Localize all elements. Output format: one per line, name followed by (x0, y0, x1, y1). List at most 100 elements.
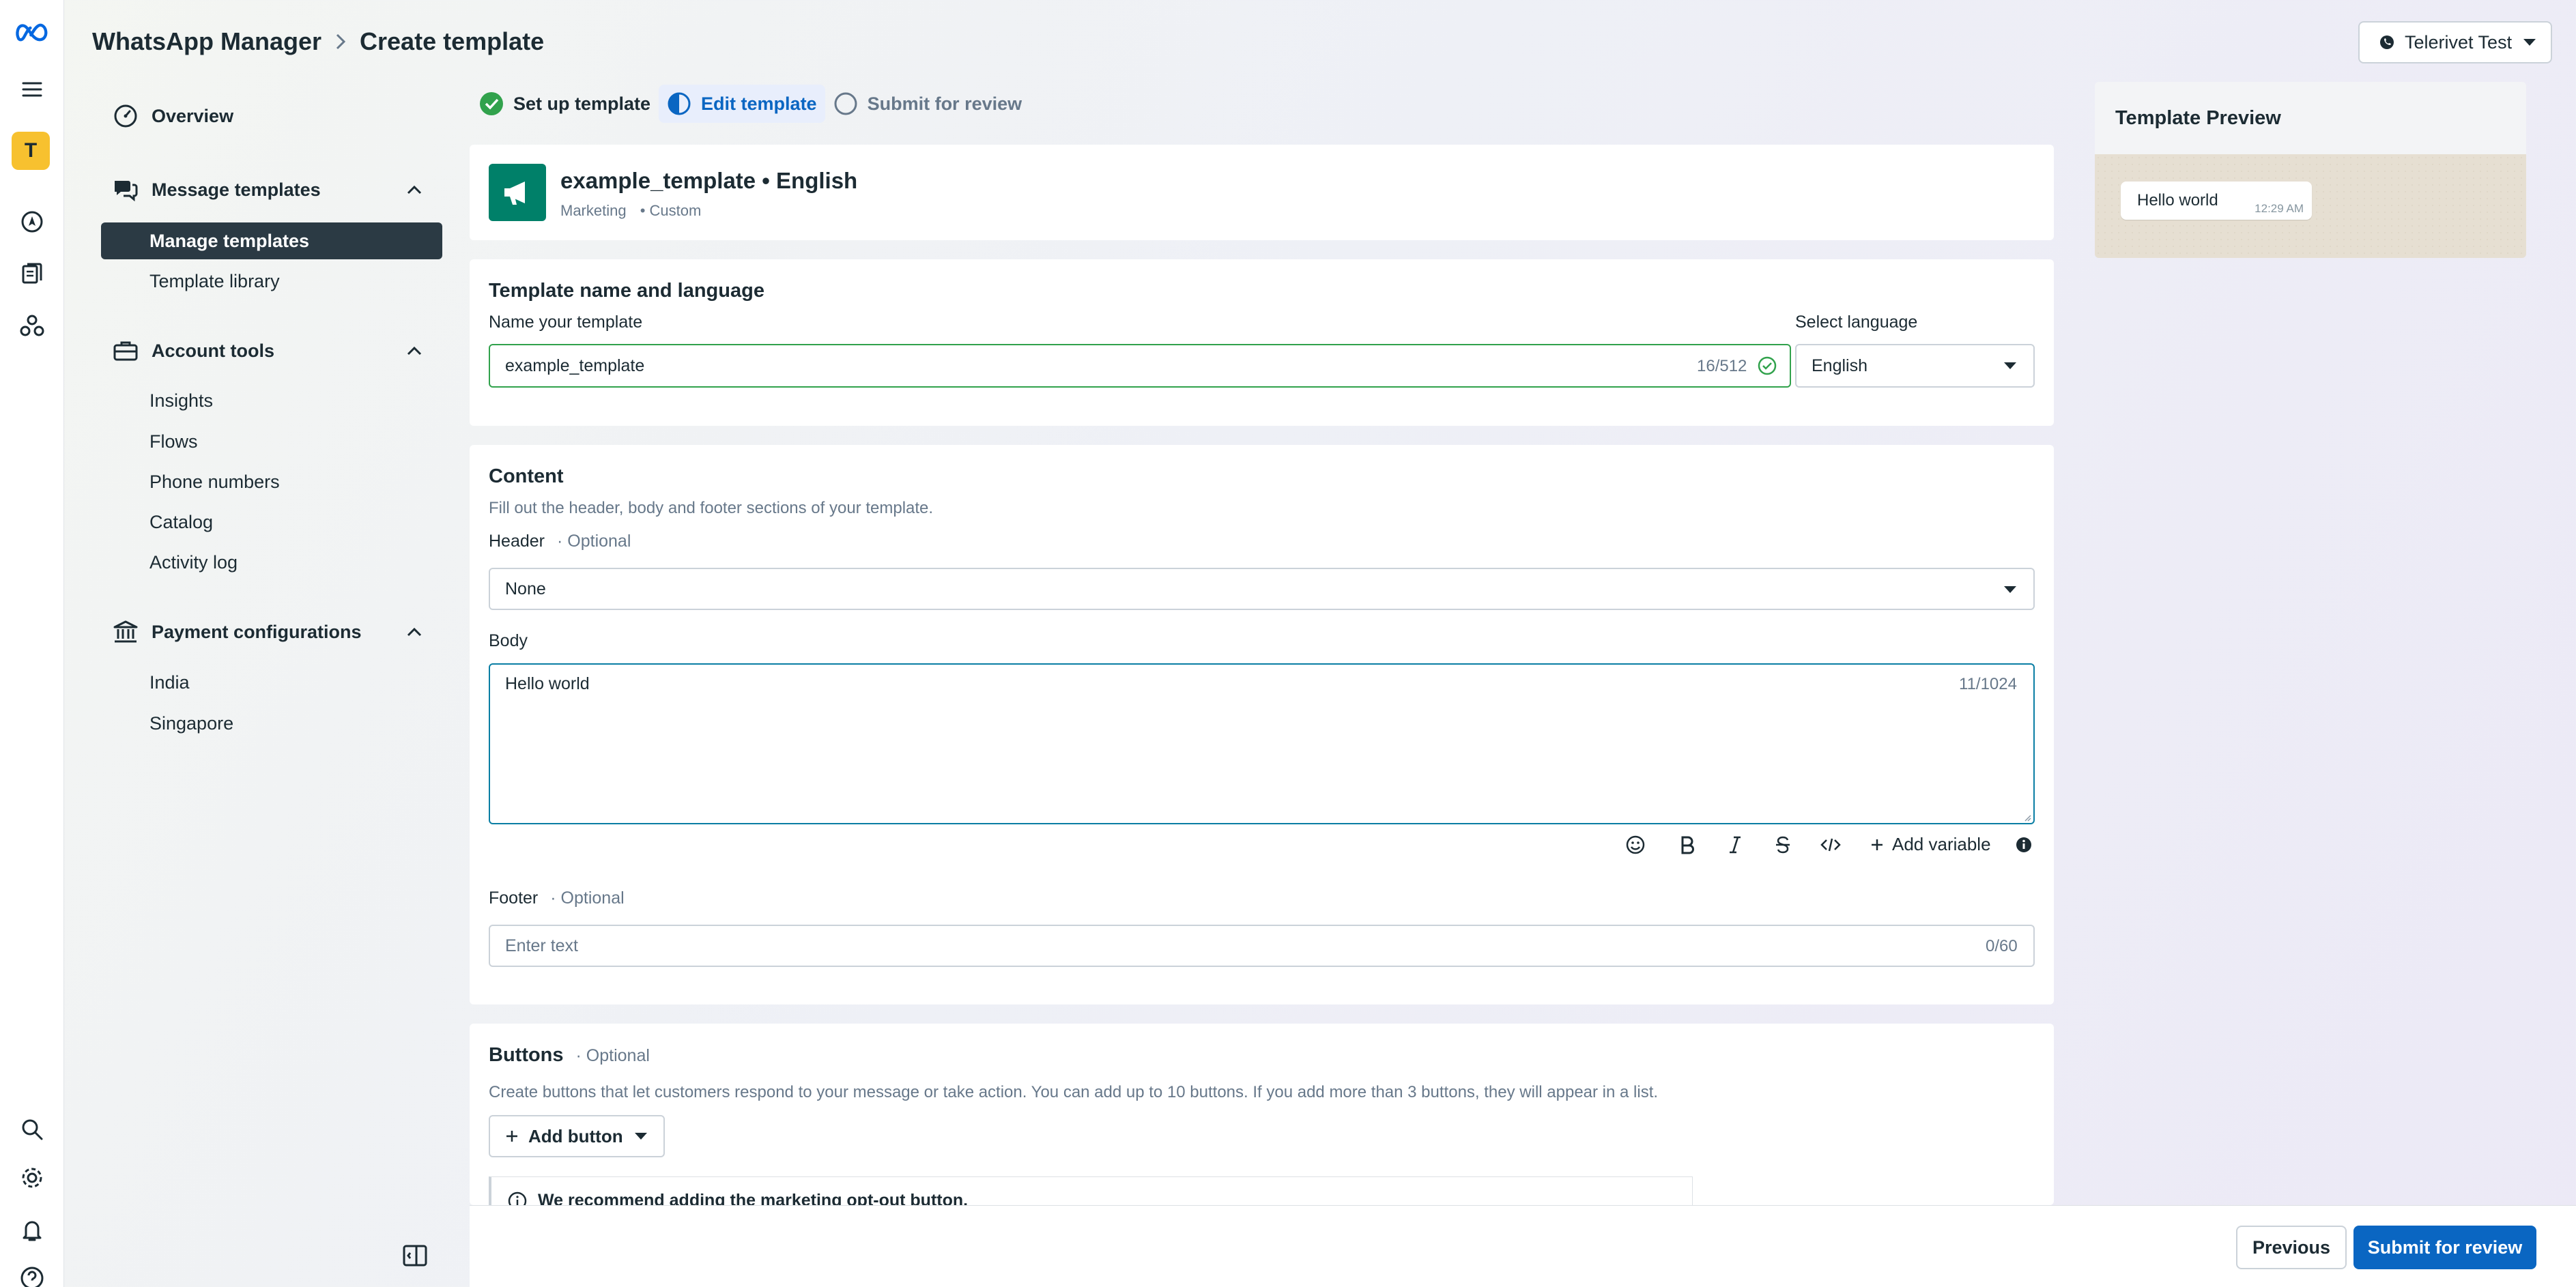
header-type-value: None (505, 579, 546, 598)
bell-icon[interactable] (15, 1213, 49, 1247)
sidebar-item-india[interactable]: India (101, 664, 442, 701)
recommend-row: We recommend adding the marketing opt-ou… (508, 1191, 968, 1205)
footer-counter: 0/60 (1986, 937, 2018, 955)
optional-label: · Optional (550, 888, 625, 908)
recommend-text: We recommend adding the marketing opt-ou… (538, 1191, 969, 1205)
section-title: Template name and language (489, 280, 764, 302)
caret-down-icon (2523, 38, 2536, 46)
step-edit[interactable]: Edit template (659, 85, 825, 123)
help-icon[interactable] (15, 1261, 49, 1287)
info-icon[interactable] (2015, 836, 2033, 854)
caret-down-icon (2003, 585, 2017, 594)
briefcase-icon (111, 340, 141, 362)
add-variable-button[interactable]: Add variable (1870, 834, 1991, 855)
empty-circle-icon (833, 91, 858, 116)
account-selector[interactable]: Telerivet Test (2358, 21, 2552, 63)
message-bubble: Hello world 12:29 AM (2121, 182, 2312, 220)
sidebar-label: Payment configurations (152, 621, 362, 642)
meta-logo-icon[interactable] (15, 15, 49, 49)
strikethrough-icon[interactable] (1769, 831, 1797, 858)
sidebar-section-account-tools[interactable]: Account tools (101, 336, 442, 366)
add-button-label: Add button (528, 1125, 623, 1146)
header-type-select[interactable]: None (489, 568, 2035, 610)
sidebar-section-message-templates[interactable]: Message templates (101, 175, 442, 205)
add-button-dropdown[interactable]: Add button (489, 1115, 665, 1157)
check-circle-icon (479, 91, 504, 116)
sidebar-item-flows[interactable]: Flows (101, 423, 442, 460)
sidebar-item-manage-templates[interactable]: Manage templates (101, 222, 442, 259)
previous-button[interactable]: Previous (2236, 1226, 2347, 1269)
search-icon[interactable] (15, 1112, 49, 1146)
sidebar-label: Account tools (152, 340, 274, 361)
account-name: Telerivet Test (2405, 31, 2513, 53)
optional-label: · Optional (575, 1046, 650, 1065)
breadcrumb-app[interactable]: WhatsApp Manager (92, 27, 321, 56)
plus-icon (505, 1129, 519, 1143)
business-icon[interactable] (15, 308, 49, 343)
body-textarea[interactable]: Hello world (489, 663, 2035, 824)
dashboard-icon (111, 104, 141, 128)
chevron-up-icon[interactable] (407, 627, 422, 637)
content-description: Fill out the header, body and footer sec… (489, 499, 934, 517)
sidebar-section-payment-configurations[interactable]: Payment configurations (101, 617, 442, 647)
caret-down-icon (2003, 362, 2017, 370)
compass-icon[interactable] (15, 205, 49, 239)
template-title: example_template • English (560, 168, 858, 193)
language-value: English (1812, 356, 1867, 375)
sidebar-label: Catalog (149, 511, 214, 532)
sidebar-item-catalog[interactable]: Catalog (101, 504, 442, 540)
footer-input[interactable]: Enter text (489, 925, 2035, 967)
gear-icon[interactable] (15, 1161, 49, 1195)
bold-icon[interactable] (1674, 831, 1701, 858)
left-rail: T (0, 0, 64, 1287)
submit-for-review-button[interactable]: Submit for review (2353, 1226, 2536, 1269)
section-title: Buttons (489, 1044, 564, 1066)
italic-icon[interactable] (1721, 831, 1749, 858)
section-title: Content (489, 465, 564, 487)
header-label: Header (489, 532, 545, 551)
sidebar-item-insights[interactable]: Insights (101, 382, 442, 419)
sidebar-label: Template library (149, 270, 280, 291)
emoji-icon[interactable] (1622, 831, 1649, 858)
action-bar: Previous Submit for review (470, 1205, 2576, 1287)
template-summary-card: example_template • English Marketing • C… (470, 145, 2054, 240)
sidebar-label: Insights (149, 390, 214, 411)
sidebar-label: Manage templates (149, 230, 310, 251)
pages-icon[interactable] (15, 257, 49, 291)
chevron-up-icon[interactable] (407, 185, 422, 194)
sidebar-item-phone-numbers[interactable]: Phone numbers (101, 463, 442, 500)
step-submit[interactable]: Submit for review (825, 85, 1031, 123)
template-name-value: example_template (505, 356, 645, 375)
step-label: Set up template (513, 93, 651, 114)
footer-label-row: Footer · Optional (489, 888, 625, 908)
sidebar-label: Singapore (149, 712, 234, 734)
body-counter: 11/1024 (1959, 675, 2017, 693)
body-value: Hello world (505, 674, 590, 693)
megaphone-icon (489, 164, 546, 221)
whatsapp-icon (2379, 34, 2395, 50)
plus-icon (1870, 838, 1884, 852)
sidebar-label: Flows (149, 431, 198, 452)
sidebar-item-activity-log[interactable]: Activity log (101, 544, 442, 581)
account-avatar[interactable]: T (12, 132, 50, 170)
sidebar-label: India (149, 671, 190, 693)
template-name-field[interactable]: example_template (489, 344, 1791, 388)
collapse-sidebar-icon[interactable] (403, 1245, 427, 1267)
sidebar-item-overview[interactable]: Overview (101, 101, 442, 131)
progress-steps: Set up template Edit template Submit for… (471, 85, 1030, 123)
sidebar-item-singapore[interactable]: Singapore (101, 705, 442, 742)
content-card: Content Fill out the header, body and fo… (470, 445, 2054, 1004)
step-setup[interactable]: Set up template (471, 85, 659, 123)
breadcrumb: WhatsApp Manager Create template (92, 27, 544, 56)
code-icon[interactable] (1817, 831, 1844, 858)
language-select[interactable]: English (1795, 344, 2035, 388)
buttons-title-row: Buttons · Optional (489, 1044, 650, 1067)
menu-icon[interactable] (15, 72, 49, 106)
message-time: 12:29 AM (2255, 202, 2304, 215)
sidebar-item-template-library[interactable]: Template library (101, 263, 442, 300)
chevron-up-icon[interactable] (407, 346, 422, 356)
footer-placeholder: Enter text (505, 936, 578, 955)
preview-title: Template Preview (2095, 82, 2526, 154)
footer-label: Footer (489, 888, 539, 908)
resize-handle-icon[interactable] (2023, 813, 2031, 822)
